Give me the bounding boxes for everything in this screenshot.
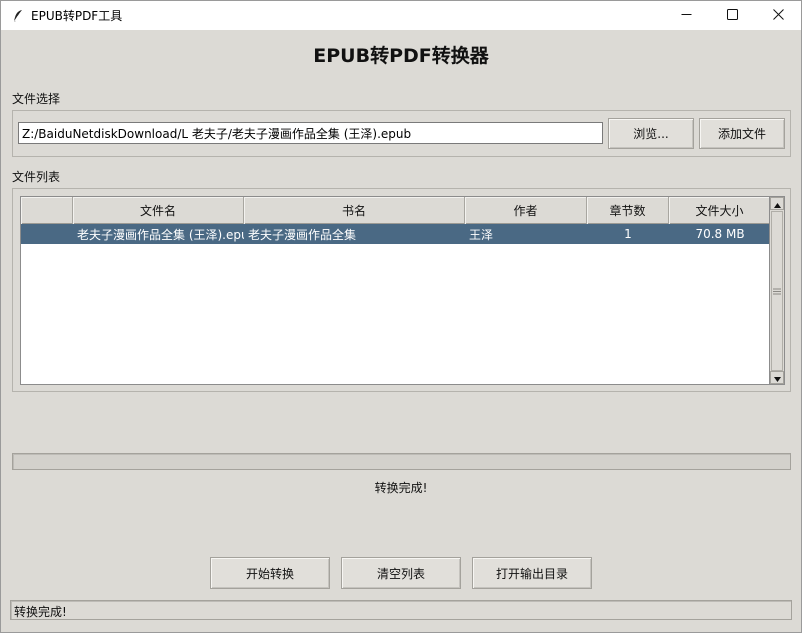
column-header-author[interactable]: 作者 [465, 197, 587, 224]
table-header: 文件名 书名 作者 章节数 文件大小 [21, 197, 769, 224]
cell-author: 王泽 [469, 227, 494, 242]
column-header-filename[interactable]: 文件名 [73, 197, 244, 224]
app-window: EPUB转PDF工具 EPUB转PDF转换器 文件选择 浏览... 添加文件 文… [0, 0, 802, 633]
column-header-title[interactable]: 书名 [244, 197, 465, 224]
table-row[interactable]: 老夫子漫画作品全集 (王泽).epub 老夫子漫画作品全集 王泽 1 70.8 … [21, 224, 769, 244]
file-path-input[interactable] [18, 122, 603, 144]
minimize-icon [681, 9, 692, 23]
cell-size: 70.8 MB [695, 227, 745, 241]
column-header-size[interactable]: 文件大小 [669, 197, 769, 224]
scroll-down-button[interactable] [770, 371, 784, 384]
browse-button[interactable]: 浏览... [608, 118, 694, 149]
title-bar[interactable]: EPUB转PDF工具 [1, 1, 801, 30]
column-header-chapters[interactable]: 章节数 [587, 197, 669, 224]
status-bar: 转换完成! [10, 600, 792, 620]
cell-filename: 老夫子漫画作品全集 (王泽).epub [77, 227, 244, 242]
table-scrollbar[interactable] [770, 196, 785, 385]
cell-title: 老夫子漫画作品全集 [248, 227, 357, 242]
page-title: EPUB转PDF转换器 [313, 45, 489, 67]
window-title: EPUB转PDF工具 [31, 9, 123, 23]
conversion-progress-bar [12, 453, 791, 470]
scroll-up-button[interactable] [770, 197, 784, 210]
triangle-down-icon [773, 371, 781, 385]
cell-index [21, 224, 73, 244]
maximize-button[interactable] [709, 1, 755, 30]
maximize-icon [726, 8, 738, 23]
clear-list-button[interactable]: 清空列表 [341, 557, 461, 589]
open-output-folder-button[interactable]: 打开输出目录 [472, 557, 592, 589]
cell-chapters: 1 [624, 227, 632, 241]
grip-icon [773, 284, 781, 298]
add-file-button[interactable]: 添加文件 [699, 118, 785, 149]
start-convert-button[interactable]: 开始转换 [210, 557, 330, 589]
close-button[interactable] [755, 1, 801, 30]
status-message: 转换完成! [374, 481, 428, 495]
triangle-up-icon [773, 197, 781, 211]
file-table[interactable]: 文件名 书名 作者 章节数 文件大小 老夫子漫画作品全集 (王泽).epub 老… [20, 196, 770, 385]
file-select-label: 文件选择 [12, 92, 61, 106]
file-list-label: 文件列表 [12, 170, 61, 184]
feather-icon [11, 9, 25, 23]
column-header-index[interactable] [21, 197, 73, 224]
close-icon [772, 8, 784, 23]
minimize-button[interactable] [663, 1, 709, 30]
scroll-thumb[interactable] [771, 211, 783, 371]
